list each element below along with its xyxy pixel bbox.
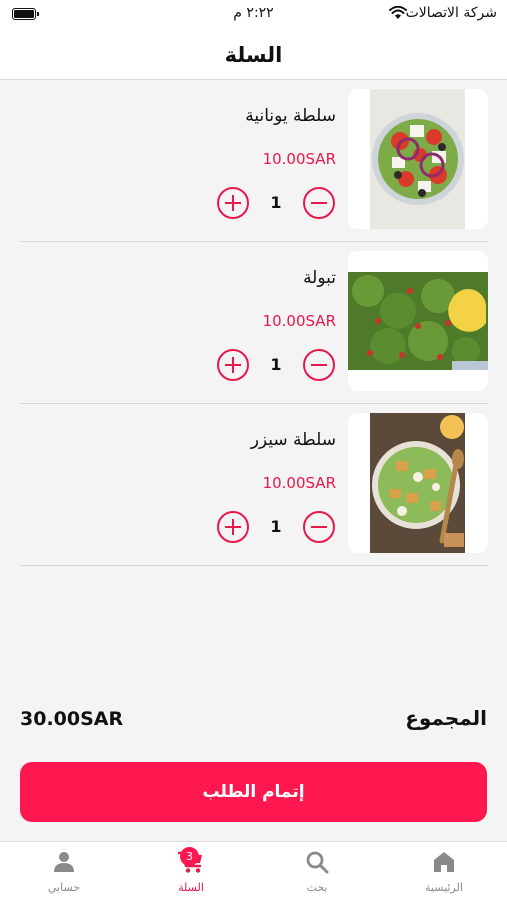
cart-item: تبولة 10.00SAR 1	[20, 242, 488, 404]
status-time: ٢:٢٢ م	[233, 5, 274, 21]
tab-label: الرئيسية	[425, 881, 463, 894]
cart-item: سلطة يونانية 10.00SAR 1	[20, 80, 488, 242]
item-quantity: 1	[270, 517, 282, 536]
order-total: المجموع 30.00SAR	[20, 704, 487, 738]
tab-label: حسابي	[47, 881, 81, 894]
search-icon	[306, 851, 329, 874]
decrease-quantity-button[interactable]	[303, 511, 335, 543]
total-value: 30.00SAR	[20, 708, 124, 730]
header: السلة	[0, 30, 507, 80]
cart-count-badge: 3	[180, 847, 199, 866]
item-name: سلطة سيزر	[250, 430, 336, 450]
tab-account[interactable]: حسابي	[1, 842, 127, 900]
increase-quantity-button[interactable]	[217, 511, 249, 543]
user-icon	[54, 852, 74, 872]
item-quantity: 1	[270, 193, 282, 212]
tab-label: بحث	[306, 881, 328, 894]
tab-cart[interactable]: 3 السلة	[128, 842, 254, 900]
quantity-stepper: 1	[217, 187, 335, 219]
tabbouleh-image	[348, 251, 488, 391]
increase-quantity-button[interactable]	[217, 187, 249, 219]
battery-icon	[12, 8, 39, 20]
item-name: تبولة	[303, 268, 336, 288]
checkout-button[interactable]: إتمام الطلب	[20, 762, 487, 822]
status-bar: شركة الاتصالات ٢:٢٢ م	[0, 0, 507, 30]
tab-label: السلة	[178, 881, 204, 894]
bottom-tab-bar: الرئيسية بحث 3 السلة حسابي	[0, 841, 507, 900]
tab-home[interactable]: الرئيسية	[381, 842, 507, 900]
cart-list: سلطة يونانية 10.00SAR 1 تبولة 10.00SAR 1…	[20, 80, 488, 566]
caesar-salad-image	[348, 413, 488, 553]
decrease-quantity-button[interactable]	[303, 187, 335, 219]
increase-quantity-button[interactable]	[217, 349, 249, 381]
decrease-quantity-button[interactable]	[303, 349, 335, 381]
home-icon	[434, 852, 454, 872]
quantity-stepper: 1	[217, 349, 335, 381]
item-price: 10.00SAR	[262, 474, 336, 492]
item-price: 10.00SAR	[262, 312, 336, 330]
tab-search[interactable]: بحث	[254, 842, 380, 900]
item-name: سلطة يونانية	[245, 106, 336, 126]
greek-salad-image	[348, 89, 488, 229]
cart-item: سلطة سيزر 10.00SAR 1	[20, 404, 488, 566]
item-price: 10.00SAR	[262, 150, 336, 168]
item-quantity: 1	[270, 355, 282, 374]
quantity-stepper: 1	[217, 511, 335, 543]
page-title: السلة	[224, 42, 283, 67]
total-label: المجموع	[405, 706, 487, 730]
